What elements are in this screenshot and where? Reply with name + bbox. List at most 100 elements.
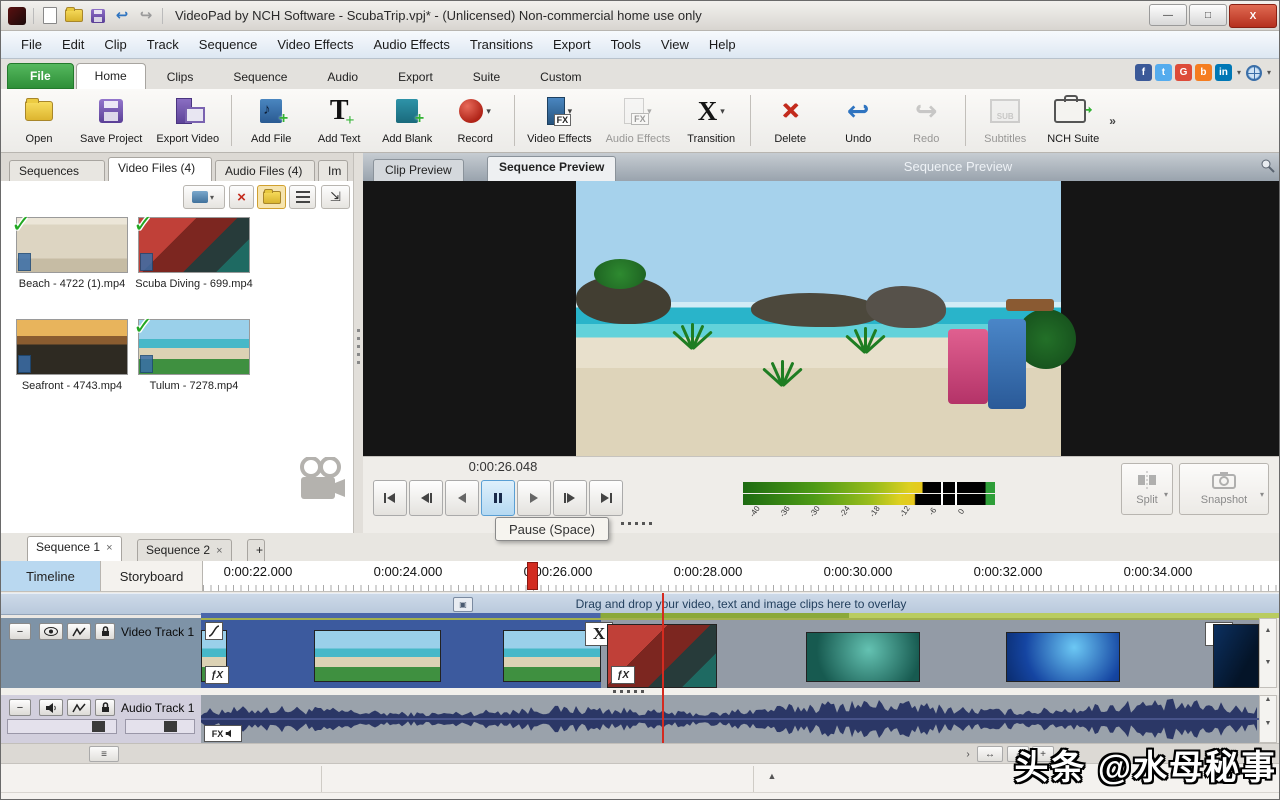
tab-export[interactable]: Export <box>379 64 452 89</box>
media-file-item[interactable]: ✓Scuba Diving - 699.mp4 <box>135 217 253 292</box>
list-view-icon[interactable] <box>289 185 316 209</box>
view-button-storyboard[interactable]: Storyboard <box>101 561 203 591</box>
media-file-item[interactable]: ✓Tulum - 7278.mp4 <box>135 319 253 394</box>
menu-item-video-effects[interactable]: Video Effects <box>267 33 363 56</box>
next-frame-button[interactable] <box>553 480 587 516</box>
menu-item-help[interactable]: Help <box>699 33 746 56</box>
transition-button[interactable]: X▾Transition <box>677 91 745 150</box>
menu-item-track[interactable]: Track <box>137 33 189 56</box>
audio-track-content[interactable]: FX <box>201 695 1259 743</box>
media-file-item[interactable]: ✓Beach - 4722 (1).mp4 <box>13 217 131 292</box>
speaker-icon[interactable] <box>39 699 63 716</box>
twitter-icon[interactable]: t <box>1155 64 1172 81</box>
pause-button[interactable] <box>481 480 515 516</box>
split-button[interactable]: Split▾ <box>1121 463 1173 515</box>
tab-sequence[interactable]: Sequence <box>214 64 306 89</box>
tab-custom[interactable]: Custom <box>521 64 600 89</box>
media-file-item[interactable]: Seafront - 4743.mp4 <box>13 319 131 394</box>
sequence-tab-sequence-1[interactable]: Sequence 1× <box>27 536 122 561</box>
export-video-button[interactable]: ▾Export Video <box>149 91 226 150</box>
chevron-down-icon[interactable]: ▾ <box>1267 68 1271 77</box>
lock-icon[interactable] <box>95 623 115 640</box>
minimize-button[interactable]: — <box>1149 4 1187 26</box>
video-track-scrollbar[interactable]: ▲▼ <box>1259 618 1277 688</box>
file-thumbnail[interactable]: ✓ <box>138 319 250 375</box>
new-document-icon[interactable] <box>41 7 59 25</box>
media-tab-im[interactable]: Im <box>318 160 348 181</box>
menu-item-export[interactable]: Export <box>543 33 601 56</box>
fade-in-icon[interactable] <box>205 622 223 640</box>
pan-slider[interactable] <box>125 719 195 734</box>
add-file-button[interactable]: ♪+Add File <box>237 91 305 150</box>
menu-item-clip[interactable]: Clip <box>94 33 136 56</box>
help-globe-icon[interactable] <box>1246 65 1262 81</box>
tab-home[interactable]: Home <box>76 63 146 90</box>
menu-item-view[interactable]: View <box>651 33 699 56</box>
menu-item-audio-effects[interactable]: Audio Effects <box>364 33 460 56</box>
tab-clips[interactable]: Clips <box>148 64 213 89</box>
close-tab-icon[interactable]: × <box>216 545 222 557</box>
redo-icon[interactable]: ↪ <box>137 7 155 25</box>
chevron-down-icon[interactable]: ▾ <box>1237 68 1241 77</box>
rewind-button[interactable] <box>445 480 479 516</box>
playhead-marker[interactable] <box>527 562 538 590</box>
time-ruler[interactable]: 0:00:22.0000:00:24.0000:00:26.0000:00:28… <box>203 561 1280 591</box>
collapse-track-icon[interactable]: − <box>9 699 31 716</box>
zoom-fit-button[interactable]: ↔ <box>977 746 1003 762</box>
file-thumbnail[interactable]: ✓ <box>16 217 128 273</box>
eye-icon[interactable] <box>39 623 63 640</box>
file-thumbnail[interactable]: ✓ <box>138 217 250 273</box>
linkedin-icon[interactable]: in <box>1215 64 1232 81</box>
blog-icon[interactable]: b <box>1195 64 1212 81</box>
clip-fx-badge[interactable]: ƒX <box>611 666 635 684</box>
clip-fx-badge[interactable]: ƒX <box>205 666 229 684</box>
facebook-icon[interactable]: f <box>1135 64 1152 81</box>
media-tab-audio-files-[interactable]: Audio Files (4) <box>215 160 315 181</box>
record-button[interactable]: ▾Record <box>441 91 509 150</box>
go-end-button[interactable] <box>589 480 623 516</box>
tab-audio[interactable]: Audio <box>308 64 377 89</box>
preview-tab-sequence-preview[interactable]: Sequence Preview <box>487 156 616 181</box>
menu-item-file[interactable]: File <box>11 33 52 56</box>
menu-item-sequence[interactable]: Sequence <box>189 33 268 56</box>
sequence-tab-sequence-2[interactable]: Sequence 2× <box>137 539 232 561</box>
view-button-timeline[interactable]: Timeline <box>1 561 101 591</box>
file-thumbnail[interactable] <box>16 319 128 375</box>
nch-suite-button[interactable]: ➞NCH Suite <box>1039 91 1107 150</box>
collapse-track-icon[interactable]: − <box>9 623 31 640</box>
float-panel-icon[interactable]: ⇲ <box>321 185 350 209</box>
menu-item-transitions[interactable]: Transitions <box>460 33 543 56</box>
add-media-icon[interactable]: ▾ <box>183 185 225 209</box>
tab-file[interactable]: File <box>7 63 74 89</box>
open-button[interactable]: Open <box>5 91 73 150</box>
splitter-handle[interactable] <box>613 690 647 693</box>
googleplus-icon[interactable]: G <box>1175 64 1192 81</box>
save-icon[interactable] <box>89 7 107 25</box>
fade-curve-icon[interactable] <box>67 623 91 640</box>
audio-fx-badge[interactable]: FX <box>204 725 242 742</box>
menu-item-tools[interactable]: Tools <box>601 33 651 56</box>
open-folder-icon[interactable] <box>257 185 286 209</box>
remove-icon[interactable]: × <box>229 185 254 209</box>
close-tab-icon[interactable]: × <box>106 542 112 554</box>
video-track-content[interactable]: ƒX X ƒX X <box>201 618 1259 688</box>
open-icon[interactable] <box>65 7 83 25</box>
tab-suite[interactable]: Suite <box>454 64 519 89</box>
prev-frame-button[interactable] <box>409 480 443 516</box>
add-sequence-button[interactable]: + <box>247 539 265 561</box>
audio-track-scrollbar[interactable]: ▲▼ <box>1259 695 1277 743</box>
volume-slider[interactable] <box>7 719 117 734</box>
overflow-chevron-icon[interactable]: » <box>1109 114 1116 128</box>
close-button[interactable]: X <box>1229 4 1277 28</box>
collapse-panel-icon[interactable]: ▲ <box>761 768 783 784</box>
video-effects-button[interactable]: FX▾Video Effects <box>520 91 598 150</box>
fade-curve-icon[interactable] <box>67 699 91 716</box>
lock-icon[interactable] <box>95 699 115 716</box>
undo-icon[interactable]: ↩ <box>113 7 131 25</box>
media-tab-video-files-[interactable]: Video Files (4) <box>108 157 212 181</box>
save-project-button[interactable]: Save Project <box>73 91 149 150</box>
play-button[interactable] <box>517 480 551 516</box>
splitter-handle[interactable] <box>621 522 655 525</box>
maximize-button[interactable]: □ <box>1189 4 1227 26</box>
menu-item-edit[interactable]: Edit <box>52 33 94 56</box>
